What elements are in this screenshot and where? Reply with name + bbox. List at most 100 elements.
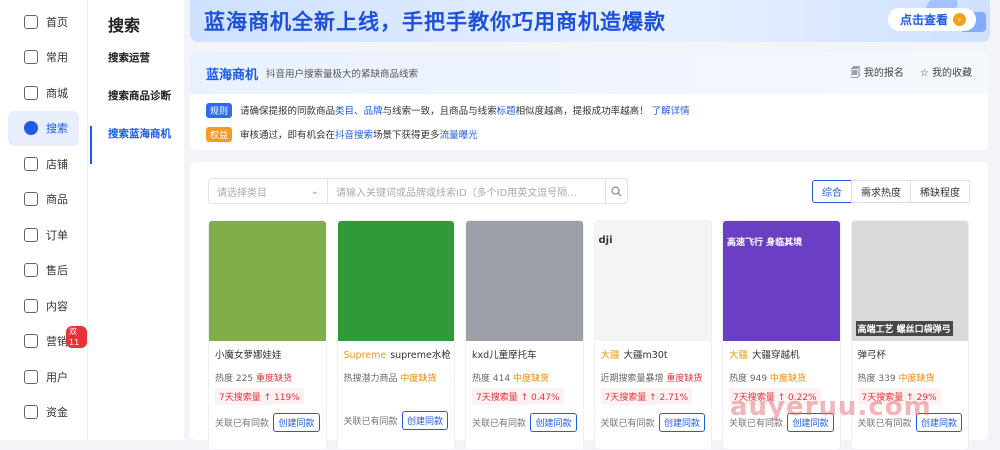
order-icon <box>24 227 38 242</box>
nav-item-7[interactable]: 售后 <box>0 253 87 289</box>
stock-status: 中度缺货 <box>898 374 935 384</box>
search-growth: 7天搜索量 ↑ 119% <box>215 388 304 405</box>
product-name: 大疆穿越机 <box>752 350 800 361</box>
image-caption: 高速飞行 身临其境 <box>727 238 803 248</box>
product-title: 大疆 大疆m30t <box>595 341 712 363</box>
product-name: 弹弓杯 <box>857 350 887 361</box>
nav-item-label: 售后 <box>46 264 68 278</box>
shop-icon <box>24 156 38 171</box>
stock-status: 重度缺货 <box>666 374 703 384</box>
subnav-title: 搜索 <box>108 16 141 35</box>
brand-label: Supreme <box>343 350 387 361</box>
rule-highlight: 品牌 <box>363 106 383 117</box>
heat-line: 热度 949 中度缺货 <box>723 363 840 384</box>
product-name: supreme水枪 <box>390 350 451 361</box>
nav-item-5[interactable]: 商品 <box>0 182 87 218</box>
nav-item-3[interactable]: 搜索 <box>8 110 79 146</box>
subnav-item-search-ops[interactable]: 搜索运营 <box>88 50 184 88</box>
search-growth: 7天搜索量 ↑ 2.71% <box>600 388 693 405</box>
heat-value: 414 <box>492 374 511 384</box>
link-existing-button[interactable]: 关联已有同款 <box>344 414 398 427</box>
product-image: dji <box>594 221 712 341</box>
content-icon <box>24 298 38 313</box>
product-image <box>209 221 326 341</box>
nav-item-label: 营销 <box>46 335 68 349</box>
wallet-icon <box>24 405 38 420</box>
link-existing-button[interactable]: 关联已有同款 <box>601 416 655 429</box>
heat-line: 热度 339 中度缺货 <box>852 363 969 384</box>
promo-banner[interactable]: 蓝海商机全新上线，手把手教你巧用商机造爆款 点击查看 › <box>190 0 990 42</box>
product-name: 大疆m30t <box>623 350 668 361</box>
nav-item-label: 用户 <box>46 370 68 384</box>
benefit-text: 审核通过，即有机会在抖音搜索场景下获得更多流量曝光 <box>240 127 478 141</box>
my-signup-link[interactable]: 🗐 我的报名 <box>851 64 904 83</box>
nav-item-label: 常用 <box>46 51 68 65</box>
my-favorites-link[interactable]: ☆ 我的收藏 <box>920 64 972 83</box>
card-footer: 关联已有同款 创建同款 <box>209 405 326 432</box>
heat-line: 近期搜索量暴增 重度缺货 <box>595 363 712 384</box>
product-card[interactable]: Supreme supreme水枪 热搜潜力商品 中度缺货 关联已有同款 创建同款 <box>336 220 455 450</box>
benefit-tag: 权益 <box>206 126 233 142</box>
link-existing-button[interactable]: 关联已有同款 <box>472 416 526 429</box>
heat-label: 热度 <box>215 374 234 384</box>
search-input[interactable]: 请输入关键词或品牌或线索ID（多个ID用英文逗号隔... <box>328 178 606 204</box>
product-card[interactable]: kxd儿童摩托车 热度 414 中度缺货 7天搜索量 ↑ 0.47% 关联已有同款 创建… <box>465 220 584 450</box>
heat-label: 热度 <box>857 374 876 384</box>
create-same-button[interactable]: 创建同款 <box>658 413 705 432</box>
heat-label: 热度 <box>472 374 491 384</box>
rule-text-part: 相似度越高，提报成功率越高！ <box>515 106 649 117</box>
nav-item-2[interactable]: 商城 <box>0 75 87 111</box>
create-same-button[interactable]: 创建同款 <box>530 413 577 432</box>
sort-comprehensive[interactable]: 综合 <box>812 180 852 203</box>
product-image <box>466 221 583 341</box>
brand-label: 大疆 <box>600 350 620 361</box>
subnav-item-blue-ocean[interactable]: 搜索蓝海商机 <box>90 126 184 164</box>
image-caption: dji <box>598 235 613 246</box>
create-same-button[interactable]: 创建同款 <box>273 413 320 432</box>
left-navigation: 首页 常用 商城 搜索 店铺 商品 订单 售后 内容 营销 用户 资金 双11 <box>0 0 88 440</box>
home-icon <box>24 14 38 29</box>
nav-item-4[interactable]: 店铺 <box>0 146 87 182</box>
nav-item-0[interactable]: 首页 <box>0 4 87 40</box>
nav-item-label: 搜索 <box>46 122 68 136</box>
marketing-icon <box>24 334 38 349</box>
card-footer: 关联已有同款 创建同款 <box>338 403 455 430</box>
heat-line: 热度 414 中度缺货 <box>466 363 583 384</box>
view-now-button[interactable]: 点击查看 › <box>887 8 976 31</box>
search-button[interactable] <box>606 178 628 204</box>
sort-demand-heat[interactable]: 需求热度 <box>851 180 911 203</box>
nav-item-10[interactable]: 用户 <box>0 359 87 395</box>
nav-item-label: 资金 <box>46 406 68 420</box>
category-select[interactable]: 请选择类目 ⌄ <box>208 178 328 204</box>
info-header: 蓝海商机 抖音用户搜索量极大的紧缺商品线索 🗐 我的报名 ☆ 我的收藏 <box>190 52 988 94</box>
product-image: 高端工艺 螺丝口袋弹弓 <box>851 221 969 341</box>
nav-item-6[interactable]: 订单 <box>0 217 87 253</box>
product-card[interactable]: 小魔女萝娜娃娃 热度 225 重度缺货 7天搜索量 ↑ 119% 关联已有同款 创建同款 <box>208 220 327 450</box>
stock-status: 中度缺货 <box>769 374 806 384</box>
link-existing-button[interactable]: 关联已有同款 <box>215 416 269 429</box>
learn-more-link[interactable]: 了解详情 <box>652 106 690 117</box>
sort-tabs: 综合 需求热度 稀缺程度 <box>812 180 970 203</box>
search-icon <box>611 186 622 197</box>
sort-scarcity[interactable]: 稀缺程度 <box>910 180 970 203</box>
image-caption: 高端工艺 螺丝口袋弹弓 <box>855 321 953 336</box>
nav-item-label: 商品 <box>46 193 68 207</box>
subnav-item-diagnosis[interactable]: 搜索商品诊断 <box>88 88 184 126</box>
card-footer: 关联已有同款 创建同款 <box>595 405 712 432</box>
nav-item-11[interactable]: 资金 <box>0 395 87 431</box>
rule-highlight: 标题 <box>496 106 516 117</box>
create-same-button[interactable]: 创建同款 <box>401 411 448 430</box>
filter-bar: 请选择类目 ⌄ 请输入关键词或品牌或线索ID（多个ID用英文逗号隔... <box>208 178 628 204</box>
nav-item-1[interactable]: 常用 <box>0 40 87 76</box>
product-title: Supreme supreme水枪 <box>338 341 455 363</box>
view-now-label: 点击查看 <box>899 13 948 27</box>
aftersale-icon <box>24 263 38 278</box>
store-icon <box>24 85 38 100</box>
product-title: 弹弓杯 <box>852 341 969 363</box>
rule-text-part: 、 <box>354 106 364 117</box>
nav-item-8[interactable]: 内容 <box>0 288 87 324</box>
benefit-text-part: 审核通过，即有机会在 <box>240 130 336 141</box>
info-subtitle: 抖音用户搜索量极大的紧缺商品线索 <box>266 69 419 80</box>
product-card[interactable]: dji 大疆 大疆m30t 近期搜索量暴增 重度缺货 7天搜索量 ↑ 2.71% 关联已有… <box>593 220 712 450</box>
product-title: 小魔女萝娜娃娃 <box>209 341 326 363</box>
